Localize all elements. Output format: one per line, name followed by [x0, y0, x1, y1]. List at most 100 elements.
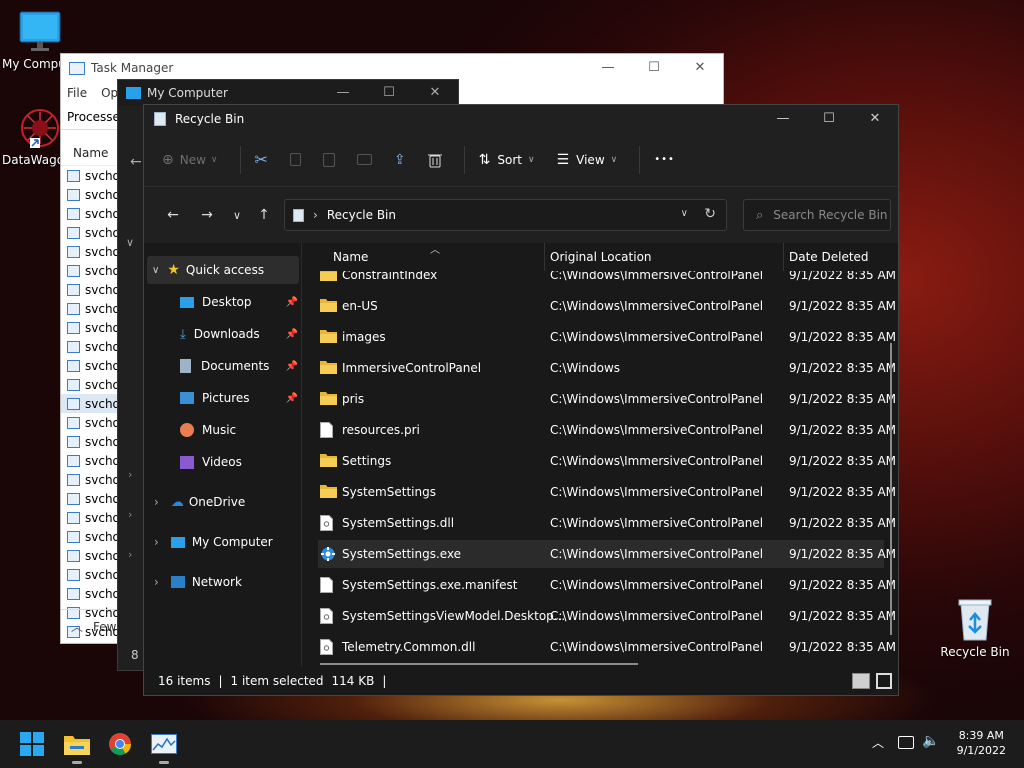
nav-my-computer[interactable]: › My Computer [154, 528, 298, 556]
minimize-icon[interactable]: — [760, 105, 806, 133]
chevron-down-icon[interactable]: ∨ [681, 208, 688, 219]
folder-icon [320, 360, 337, 377]
column-header-location[interactable]: Original Location [550, 250, 652, 264]
table-row[interactable]: SystemSettings.dll C:\Windows\ImmersiveCo… [318, 509, 896, 537]
process-icon [67, 188, 80, 201]
column-header-date[interactable]: Date Deleted [789, 250, 869, 264]
clock-date: 9/1/2022 [956, 744, 1006, 757]
paste-button[interactable] [322, 152, 335, 167]
chevron-down-icon: ∨ [610, 154, 618, 165]
close-icon[interactable]: ✕ [412, 80, 458, 106]
table-row[interactable]: SystemSettings.exe.manifest C:\Windows\Im… [318, 571, 896, 599]
close-icon[interactable]: ✕ [677, 54, 723, 82]
column-divider[interactable] [783, 243, 784, 271]
nav-documents[interactable]: Documents 📌 [180, 352, 298, 380]
chevron-down-icon: ∨ [528, 154, 535, 165]
forward-arrow-icon[interactable]: → [190, 207, 224, 223]
nav-onedrive[interactable]: › ☁ OneDrive [154, 488, 298, 516]
selected-size: 114 KB [331, 674, 375, 688]
more-options-button[interactable]: ••• [654, 154, 675, 165]
refresh-icon[interactable]: ↻ [704, 206, 716, 222]
table-row[interactable]: SystemSettings C:\Windows\ImmersiveContro… [318, 478, 896, 506]
nav-downloads[interactable]: ⤓ Downloads 📌 [180, 320, 298, 348]
table-row[interactable]: Settings C:\Windows\ImmersiveControlPanel… [318, 447, 896, 475]
clock[interactable]: 8:39 AM 9/1/2022 [957, 728, 1006, 758]
minimize-icon[interactable]: — [585, 54, 631, 82]
recycle-bin-window[interactable]: Recycle Bin — ☐ ✕ ⊕ New ∨ ✂ ⇪ ⇅ Sort ∨ ☰… [143, 104, 899, 696]
divider [239, 145, 241, 174]
table-row[interactable]: SystemSettings.exe C:\Windows\ImmersiveCo… [318, 540, 896, 568]
task-manager-icon [69, 61, 85, 75]
nav-pictures[interactable]: Pictures 📌 [180, 384, 298, 412]
menu-file[interactable]: File [67, 86, 87, 100]
up-arrow-icon[interactable]: ↑ [250, 207, 278, 223]
chevron-right-icon[interactable]: › [128, 508, 132, 521]
table-row[interactable]: pris C:\Windows\ImmersiveControlPanel 9/1/… [318, 385, 896, 413]
view-button[interactable]: ☰ View ∨ [557, 152, 618, 168]
maximize-icon[interactable]: ☐ [631, 54, 677, 82]
sort-button[interactable]: ⇅ Sort ∨ [479, 152, 535, 168]
delete-button[interactable] [427, 152, 442, 168]
nav-desktop[interactable]: Desktop 📌 [180, 288, 298, 316]
explorer-body: ∨ ★ Quick access Desktop 📌 ⤓ Downloads 📌… [144, 243, 898, 667]
nav-label: Music [202, 423, 237, 437]
vertical-scrollbar[interactable] [890, 343, 892, 635]
new-button[interactable]: ⊕ New ∨ [162, 152, 218, 168]
column-divider[interactable] [544, 243, 545, 271]
rename-button[interactable] [356, 154, 372, 165]
file-rows: ConstraintIndex C:\Windows\ImmersiveContr… [304, 271, 898, 667]
desktop-icon-recycle-bin[interactable]: Recycle Bin [935, 596, 1015, 659]
show-hidden-icons-chevron-icon[interactable]: ︿ [872, 734, 884, 751]
minimize-icon[interactable]: — [320, 80, 366, 106]
share-button[interactable]: ⇪ [394, 152, 406, 168]
nav-videos[interactable]: Videos [180, 448, 298, 476]
file-name: pris [342, 392, 365, 406]
back-arrow-icon[interactable]: ← [130, 154, 142, 170]
recent-locations-chevron-icon[interactable]: ∨ [224, 209, 250, 222]
nav-network[interactable]: › Network [154, 568, 298, 596]
status-separator: | [218, 674, 223, 688]
column-headers: Name ︿ Original Location Date Deleted [304, 243, 898, 271]
clock-time: 8:39 AM [958, 729, 1004, 742]
table-row[interactable]: resources.pri C:\Windows\ImmersiveControl… [318, 416, 896, 444]
folder-icon [320, 329, 337, 346]
nav-music[interactable]: Music [180, 416, 298, 444]
gear-icon [320, 546, 336, 565]
file-list: Name ︿ Original Location Date Deleted Co… [304, 243, 898, 667]
breadcrumb[interactable]: Recycle Bin [327, 208, 396, 222]
back-arrow-icon[interactable]: ← [156, 207, 190, 223]
address-bar[interactable]: › Recycle Bin ∨ ↻ [284, 199, 727, 231]
tiles-view-icon[interactable] [876, 673, 892, 689]
scissors-icon: ✂ [254, 150, 268, 169]
cut-button[interactable]: ✂ [255, 150, 268, 169]
date-deleted: 9/1/2022 8:35 AM [789, 361, 897, 375]
taskbar-task-manager[interactable] [148, 728, 180, 764]
nav-quick-access[interactable]: ∨ ★ Quick access [147, 256, 299, 284]
running-indicator [159, 761, 169, 764]
maximize-icon[interactable]: ☐ [366, 80, 412, 106]
volume-icon[interactable]: 🔈 [922, 733, 939, 749]
table-row[interactable]: ImmersiveControlPanel C:\Windows 9/1/2022 … [318, 354, 896, 382]
chevron-down-icon[interactable]: ∨ [126, 236, 134, 249]
table-row[interactable]: SystemSettingsViewModel.Desktop... C:\Win… [318, 602, 896, 630]
taskbar-file-explorer[interactable] [61, 728, 93, 764]
details-view-icon[interactable] [852, 673, 870, 689]
table-row[interactable]: Telemetry.Common.dll C:\Windows\Immersive… [318, 633, 896, 661]
column-header-name[interactable]: Name [333, 250, 368, 264]
chevron-right-icon[interactable]: › [128, 468, 132, 481]
network-status-icon[interactable] [898, 736, 914, 749]
date-deleted: 9/1/2022 8:35 AM [789, 454, 897, 468]
start-button[interactable] [16, 728, 48, 760]
process-icon [67, 530, 80, 543]
table-row[interactable]: en-US C:\Windows\ImmersiveControlPanel 9/1… [318, 292, 896, 320]
chevron-down-icon: ∨ [210, 154, 218, 165]
search-box[interactable]: ⌕ Search Recycle Bin [743, 199, 891, 231]
horizontal-scrollbar[interactable] [320, 663, 638, 665]
copy-button[interactable] [289, 153, 301, 166]
chevron-right-icon[interactable]: › [128, 548, 132, 561]
maximize-icon[interactable]: ☐ [806, 105, 852, 133]
taskbar-chrome[interactable] [104, 728, 136, 760]
table-row[interactable]: images C:\Windows\ImmersiveControlPanel 9/… [318, 323, 896, 351]
close-icon[interactable]: ✕ [852, 105, 898, 133]
file-name: Settings [342, 454, 392, 468]
